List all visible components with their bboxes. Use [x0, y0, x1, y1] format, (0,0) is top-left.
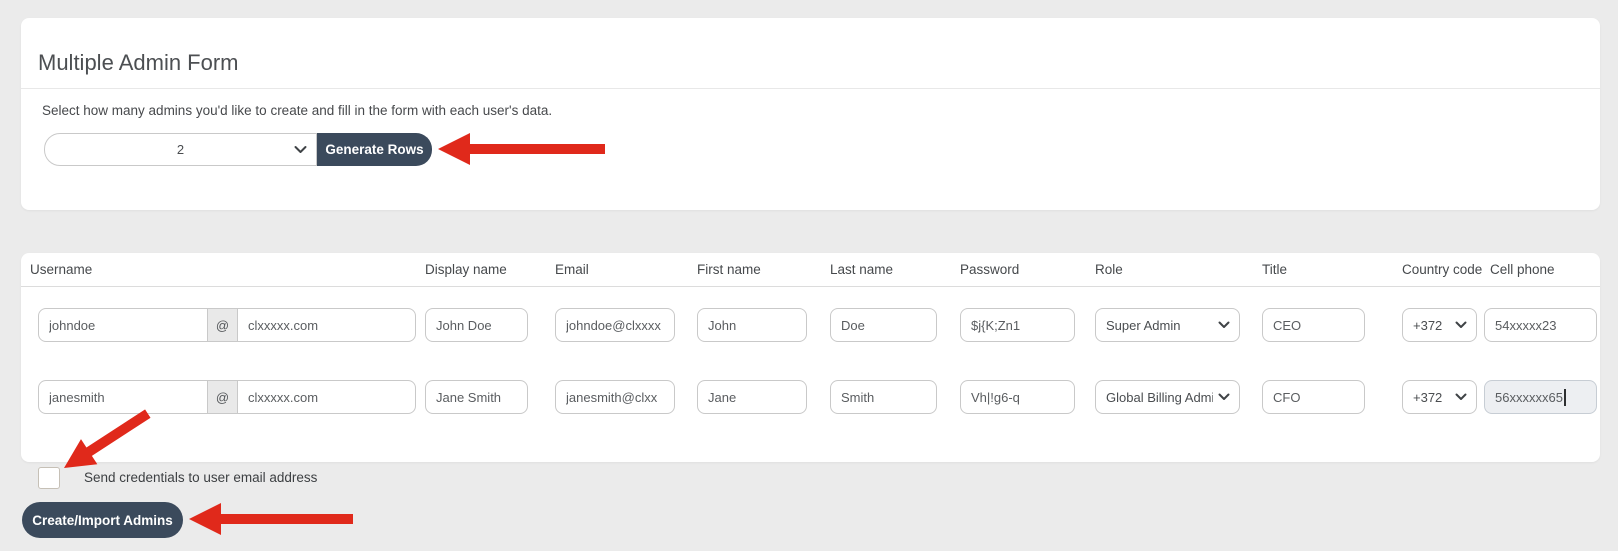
username-input-row1[interactable] [38, 308, 208, 342]
email-input-row2[interactable] [555, 380, 675, 414]
column-header-country-code: Country code [1402, 262, 1482, 277]
column-header-role: Role [1095, 262, 1123, 277]
column-header-cell-phone: Cell phone [1490, 262, 1555, 277]
at-sign-addon: @ [207, 308, 238, 342]
admins-table-card: Username Display name Email First name L… [21, 253, 1600, 462]
title-input-row2[interactable] [1262, 380, 1365, 414]
username-input-row2[interactable] [38, 380, 208, 414]
at-sign-addon: @ [207, 380, 238, 414]
page-title: Multiple Admin Form [38, 50, 239, 76]
column-header-email: Email [555, 262, 589, 277]
create-import-admins-button[interactable]: Create/Import Admins [22, 502, 183, 538]
multiple-admin-form-page: Multiple Admin Form Select how many admi… [0, 0, 1618, 551]
column-header-password: Password [960, 262, 1019, 277]
column-header-last-name: Last name [830, 262, 893, 277]
password-input-row1[interactable] [960, 308, 1075, 342]
column-header-username: Username [30, 262, 92, 277]
domain-input-row2[interactable] [237, 380, 416, 414]
country-code-select-row2[interactable]: +372 [1402, 380, 1477, 414]
red-arrow-submit-icon [189, 501, 353, 537]
email-input-row1[interactable] [555, 308, 675, 342]
column-header-title: Title [1262, 262, 1287, 277]
send-credentials-checkbox[interactable] [38, 467, 60, 489]
first-name-input-row2[interactable] [697, 380, 807, 414]
country-code-select-wrap-row2: +372 [1402, 380, 1477, 414]
admin-count-select[interactable]: 2 [44, 133, 317, 166]
cell-phone-input-row2-focused[interactable]: 56xxxxxx65 [1484, 380, 1597, 414]
text-caret [1564, 389, 1566, 406]
divider [21, 88, 1600, 89]
display-name-input-row2[interactable] [425, 380, 528, 414]
country-code-select-wrap-row1: +372 [1402, 308, 1477, 342]
form-header-card: Multiple Admin Form Select how many admi… [21, 18, 1600, 210]
table-header-row: Username Display name Email First name L… [21, 253, 1600, 287]
cell-phone-input-row1[interactable] [1484, 308, 1597, 342]
form-description: Select how many admins you'd like to cre… [42, 103, 552, 118]
role-select-wrap-row1: Super Admin [1095, 308, 1240, 342]
generate-rows-button[interactable]: Generate Rows [317, 133, 432, 166]
last-name-input-row2[interactable] [830, 380, 937, 414]
role-select-row1[interactable]: Super Admin [1095, 308, 1240, 342]
cell-phone-value: 56xxxxxx65 [1495, 390, 1563, 405]
column-header-first-name: First name [697, 262, 761, 277]
first-name-input-row1[interactable] [697, 308, 807, 342]
column-header-display-name: Display name [425, 262, 507, 277]
country-code-select-row1[interactable]: +372 [1402, 308, 1477, 342]
role-select-wrap-row2: Global Billing Admin [1095, 380, 1240, 414]
display-name-input-row1[interactable] [425, 308, 528, 342]
password-input-row2[interactable] [960, 380, 1075, 414]
admin-count-select-wrap: 2 [44, 133, 317, 166]
send-credentials-label: Send credentials to user email address [84, 470, 317, 485]
title-input-row1[interactable] [1262, 308, 1365, 342]
domain-input-row1[interactable] [237, 308, 416, 342]
role-select-row2[interactable]: Global Billing Admin [1095, 380, 1240, 414]
last-name-input-row1[interactable] [830, 308, 937, 342]
